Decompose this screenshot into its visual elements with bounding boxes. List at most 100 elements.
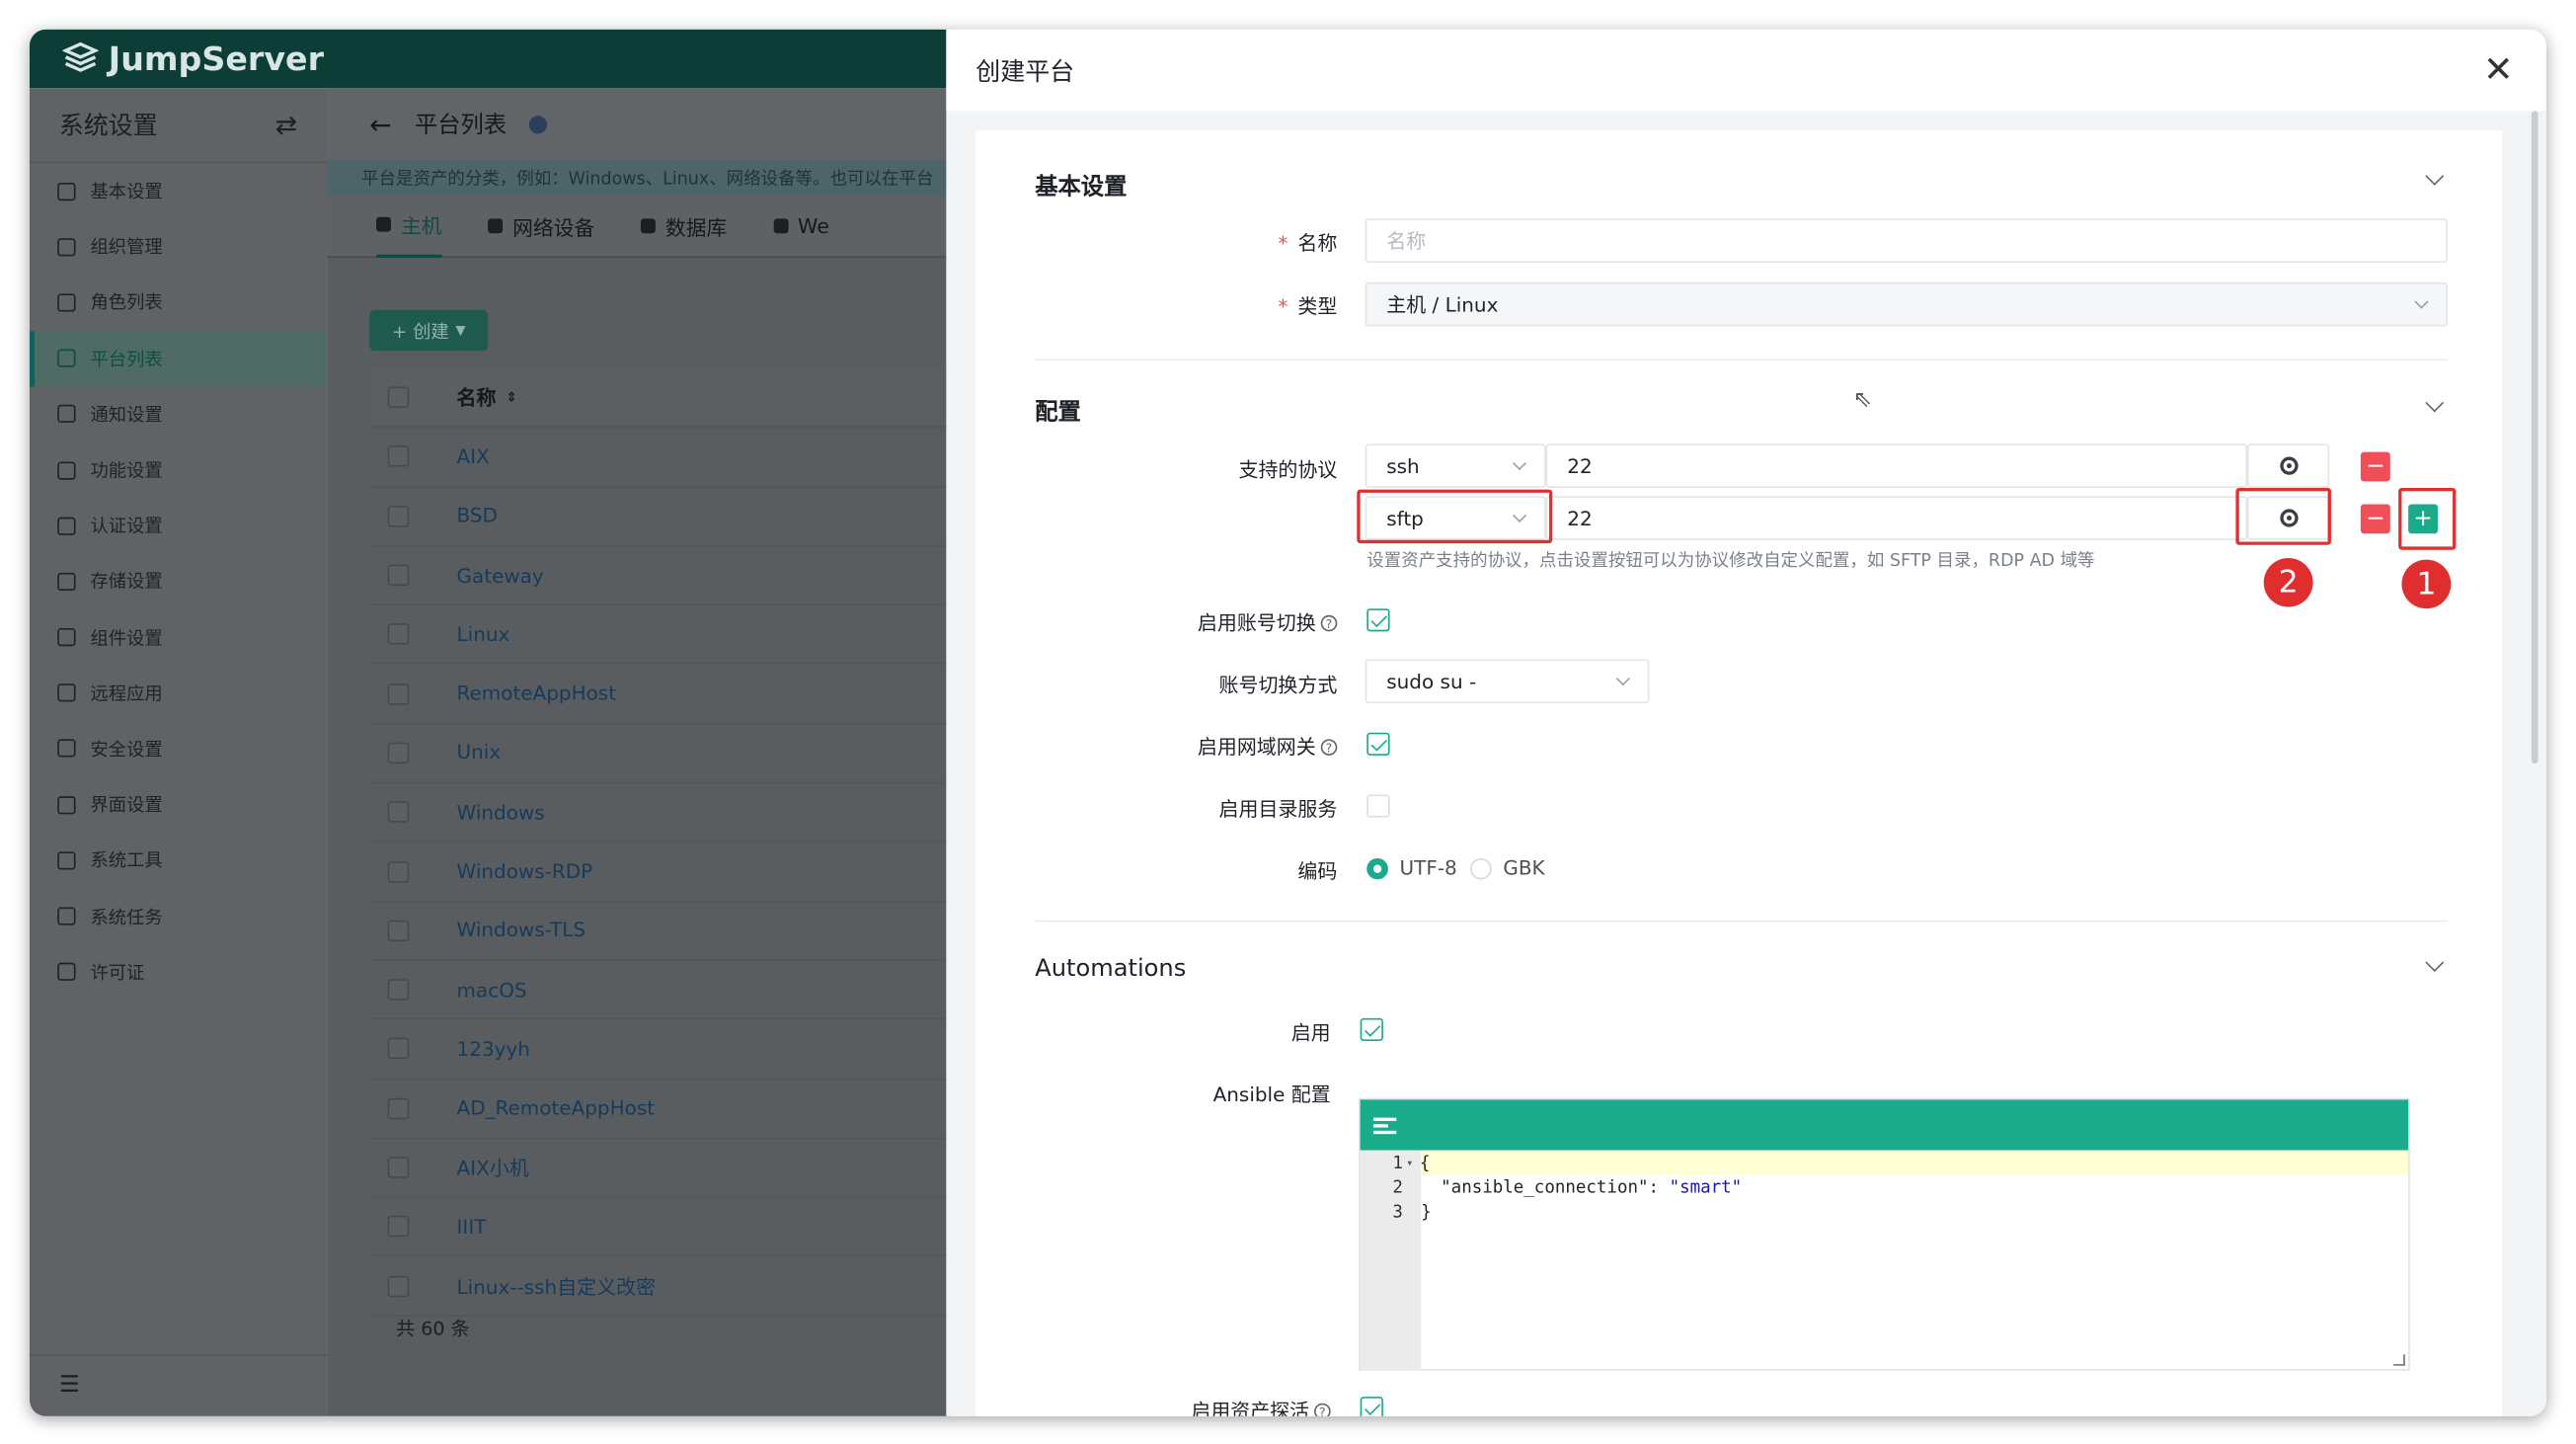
sidebar-item[interactable]: 功能设置 [30,442,327,498]
type-select[interactable]: 主机 / Linux [1365,281,2449,327]
row-checkbox[interactable] [387,505,410,527]
help-icon[interactable]: ? [1320,739,1338,756]
row-checkbox[interactable] [387,742,410,764]
row-checkbox[interactable] [387,682,410,705]
tab[interactable]: 主机 [376,195,442,258]
platform-name-link[interactable]: Linux--ssh自定义改密 [457,1272,657,1300]
help-icon[interactable]: ? [1314,1403,1331,1416]
sidebar-item[interactable]: 角色列表 [30,275,327,330]
sidebar-item[interactable]: 界面设置 [30,776,327,832]
format-icon[interactable] [1372,1116,1397,1134]
back-arrow-icon[interactable]: ← [369,109,391,139]
chevron-down-icon[interactable] [2425,953,2445,973]
domain-enabled-checkbox[interactable] [1366,732,1390,756]
select-all-checkbox[interactable] [387,386,410,409]
tab[interactable]: 网络设备 [488,195,594,257]
gather-facts-checkbox[interactable] [1360,1397,1383,1416]
sidebar-item[interactable]: 通知设置 [30,386,327,441]
row-checkbox[interactable] [387,564,410,587]
table-row[interactable]: AIX [369,428,950,488]
platform-name-link[interactable]: BSD [457,505,498,527]
platform-name-link[interactable]: Linux [457,623,510,646]
platform-name-link[interactable]: Windows-RDP [457,860,593,883]
row-checkbox[interactable] [387,860,410,882]
table-row[interactable]: Gateway [369,546,950,606]
sidebar-item[interactable]: 系统工具 [30,833,327,888]
protocol-port-ssh[interactable]: 22 [1545,443,2248,488]
table-row[interactable]: Windows-RDP [369,842,950,903]
platform-name-link[interactable]: AD_RemoteAppHost [457,1096,656,1119]
automation-enable-checkbox[interactable] [1360,1017,1383,1041]
switch-icon[interactable]: ⇄ [275,110,297,140]
ds-enabled-checkbox[interactable] [1366,794,1390,818]
sidebar-item[interactable]: 许可证 [30,944,327,1000]
charset-option-gbk[interactable]: GBK [1503,856,1544,879]
row-checkbox[interactable] [387,979,410,1001]
collapse-menu-icon[interactable]: ☰ [59,1372,80,1398]
row-checkbox[interactable] [387,1216,410,1238]
table-row[interactable]: Linux--ssh自定义改密 [369,1257,950,1317]
charset-radio-utf8[interactable] [1366,857,1388,880]
platform-name-link[interactable]: macOS [457,979,527,1002]
protocol-port-sftp[interactable]: 22 [1545,496,2248,540]
tab[interactable]: 数据库 [640,195,727,257]
sidebar-item[interactable]: 平台列表 [29,330,328,387]
chevron-down-icon[interactable] [2425,393,2445,413]
platform-name-link[interactable]: Gateway [457,564,544,587]
platform-name-link[interactable]: Windows [457,801,545,824]
platform-name-link[interactable]: Windows-TLS [457,920,586,942]
protocol-select-ssh[interactable]: ssh [1365,443,1546,488]
logo[interactable]: JumpServer [62,40,324,78]
sort-icon[interactable]: ⇕ [506,390,516,405]
column-name-header[interactable]: 名称 [457,383,497,411]
create-button[interactable]: + 创建 ▼ [369,309,489,352]
table-row[interactable]: Windows [369,783,950,843]
chevron-down-icon[interactable] [2425,167,2445,186]
row-checkbox[interactable] [387,801,410,823]
row-checkbox[interactable] [387,1038,410,1060]
remove-protocol-button-sftp[interactable]: − [2360,504,2390,534]
close-icon[interactable]: ✕ [2483,49,2514,90]
platform-name-link[interactable]: RemoteAppHost [457,682,617,705]
tab[interactable]: We [772,195,829,257]
su-enabled-checkbox[interactable] [1366,608,1390,632]
platform-name-link[interactable]: AIX [457,445,490,468]
sidebar-item[interactable]: 组织管理 [30,219,327,275]
ansible-config-editor[interactable]: 1 ▾ { 2 "ansible_connection": "smart" 3 } [1358,1097,2410,1371]
row-checkbox[interactable] [387,1275,410,1297]
remove-protocol-button-ssh[interactable]: − [2360,451,2390,482]
table-row[interactable]: AD_RemoteAppHost [369,1080,950,1139]
row-checkbox[interactable] [387,1157,410,1178]
table-row[interactable]: macOS [369,961,950,1020]
protocol-settings-button-ssh[interactable] [2247,443,2330,488]
sidebar-item[interactable]: 认证设置 [30,498,327,553]
sidebar-item[interactable]: 存储设置 [30,554,327,609]
sidebar-item[interactable]: 系统任务 [30,888,327,943]
platform-name-link[interactable]: 123yyh [457,1038,530,1061]
table-row[interactable]: AIX小机 [369,1139,950,1198]
table-row[interactable]: IIIT [369,1198,950,1257]
sidebar-item[interactable]: 基本设置 [30,163,327,218]
table-row[interactable]: Unix [369,724,950,784]
help-icon[interactable]: ? [1320,614,1338,632]
name-input[interactable]: 名称 [1365,218,2449,263]
sidebar-item[interactable]: 安全设置 [30,721,327,776]
sidebar-item[interactable]: 组件设置 [30,609,327,665]
row-checkbox[interactable] [387,920,410,941]
su-method-select[interactable]: sudo su - [1365,659,1650,704]
platform-name-link[interactable]: IIIT [457,1215,487,1238]
row-checkbox[interactable] [387,623,410,646]
table-row[interactable]: 123yyh [369,1020,950,1080]
row-checkbox[interactable] [387,1097,410,1119]
table-row[interactable]: Linux [369,605,950,666]
resize-handle[interactable] [2393,1354,2405,1366]
table-row[interactable]: BSD [369,487,950,547]
scrollbar-thumb[interactable] [2531,111,2538,764]
table-row[interactable]: RemoteAppHost [369,665,950,725]
charset-radio-gbk[interactable] [1470,857,1492,880]
info-icon[interactable] [529,115,548,133]
charset-option-utf8[interactable]: UTF-8 [1400,856,1457,879]
row-checkbox[interactable] [387,445,410,468]
platform-name-link[interactable]: Unix [457,742,502,764]
table-row[interactable]: Windows-TLS [369,902,950,961]
